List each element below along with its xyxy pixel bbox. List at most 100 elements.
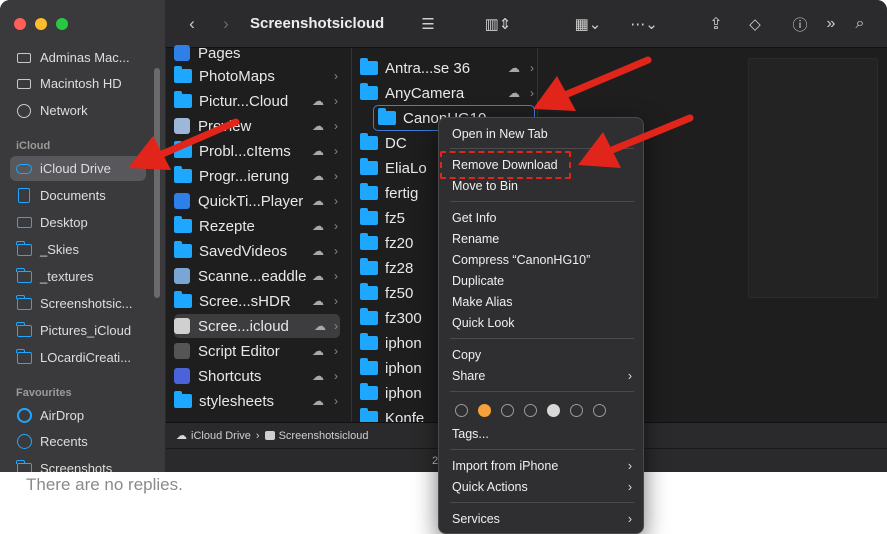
menu-item-duplicate[interactable]: Duplicate bbox=[452, 272, 632, 290]
sidebar-item-computer[interactable]: Adminas Mac... bbox=[10, 45, 146, 70]
menu-item-services[interactable]: Services › bbox=[452, 510, 632, 528]
list-item[interactable]: fz5 bbox=[360, 206, 405, 230]
cloud-download-icon[interactable]: ☁︎ bbox=[312, 194, 324, 208]
cloud-download-icon[interactable]: ☁︎ bbox=[312, 294, 324, 308]
sidebar-item-textures[interactable]: _textures bbox=[10, 264, 146, 289]
list-item[interactable]: EliaLo bbox=[360, 156, 427, 180]
cloud-download-icon[interactable]: ☁︎ bbox=[312, 144, 324, 158]
list-item[interactable]: Probl...cItems ☁︎ › bbox=[174, 139, 346, 163]
tag-color-none[interactable] bbox=[524, 404, 537, 417]
list-item[interactable]: Pages bbox=[174, 41, 241, 65]
sidebar-item-skies[interactable]: _Skies bbox=[10, 237, 146, 262]
sidebar-item-locardi[interactable]: LOcardiCreati... bbox=[10, 345, 146, 370]
cloud-download-icon[interactable]: ☁︎ bbox=[508, 86, 520, 100]
item-label: iphon bbox=[385, 334, 422, 352]
sidebar-item-macintosh-hd[interactable]: Macintosh HD bbox=[10, 71, 146, 96]
zoom-window-button[interactable] bbox=[56, 18, 68, 30]
menu-item-compress[interactable]: Compress “CanonHG10” bbox=[452, 251, 632, 269]
cloud-download-icon[interactable]: ☁︎ bbox=[312, 344, 324, 358]
list-item[interactable]: Antra...se 36 ☁︎ › bbox=[360, 56, 536, 80]
tag-color-none[interactable] bbox=[455, 404, 468, 417]
tag-color-none[interactable] bbox=[501, 404, 514, 417]
list-item-selected[interactable]: Scree...icloud ☁︎ › bbox=[174, 314, 340, 338]
menu-item-tags[interactable]: Tags... bbox=[452, 425, 632, 443]
tag-icon[interactable]: ◇ bbox=[744, 12, 766, 36]
list-view-icon[interactable]: ☰ bbox=[412, 12, 444, 36]
menu-item-quick-look[interactable]: Quick Look bbox=[452, 314, 632, 332]
list-item[interactable]: Script Editor ☁︎ › bbox=[174, 339, 346, 363]
tag-color-grey[interactable] bbox=[547, 404, 560, 417]
path-item-current[interactable]: Screenshotsicloud bbox=[279, 430, 369, 442]
info-icon[interactable]: ⓘ bbox=[790, 12, 810, 36]
share-icon[interactable]: ⇪ bbox=[706, 12, 726, 36]
forward-icon[interactable]: › bbox=[218, 12, 234, 36]
chevron-right-icon: › bbox=[334, 344, 338, 358]
menu-item-open-in-new-tab[interactable]: Open in New Tab bbox=[452, 125, 632, 143]
list-item[interactable]: iphon bbox=[360, 331, 422, 355]
search-icon[interactable]: ⌕ bbox=[850, 12, 870, 36]
back-icon[interactable]: ‹ bbox=[184, 12, 200, 36]
menu-item-copy[interactable]: Copy bbox=[452, 346, 632, 364]
path-item-icloud-drive[interactable]: iCloud Drive bbox=[191, 430, 251, 442]
list-item[interactable]: DC bbox=[360, 131, 407, 155]
list-item[interactable]: Shortcuts ☁︎ › bbox=[174, 364, 346, 388]
tag-color-orange[interactable] bbox=[478, 404, 491, 417]
sidebar-item-screenshots[interactable]: Screenshots bbox=[10, 456, 146, 472]
list-item[interactable]: Scree...sHDR ☁︎ › bbox=[174, 289, 346, 313]
list-item[interactable]: fz28 bbox=[360, 256, 413, 280]
menu-item-quick-actions[interactable]: Quick Actions › bbox=[452, 478, 632, 496]
list-item[interactable]: fz50 bbox=[360, 281, 413, 305]
sidebar-item-airdrop[interactable]: AirDrop bbox=[10, 403, 146, 428]
cloud-download-icon[interactable]: ☁︎ bbox=[312, 269, 324, 283]
menu-item-move-to-bin[interactable]: Move to Bin bbox=[452, 177, 632, 195]
list-item[interactable]: AnyCamera ☁︎ › bbox=[360, 81, 536, 105]
list-item[interactable]: fz20 bbox=[360, 231, 413, 255]
menu-item-import-from-iphone[interactable]: Import from iPhone › bbox=[452, 457, 632, 475]
list-item[interactable]: Rezepte ☁︎ › bbox=[174, 214, 346, 238]
column-view-icon[interactable]: ▥⇕ bbox=[478, 12, 518, 36]
cloud-download-icon[interactable]: ☁︎ bbox=[312, 119, 324, 133]
list-item[interactable]: Scanne...eaddle ☁︎ › bbox=[174, 264, 346, 288]
list-item[interactable]: SavedVideos ☁︎ › bbox=[174, 239, 346, 263]
cloud-download-icon[interactable]: ☁︎ bbox=[508, 61, 520, 75]
cloud-download-icon[interactable]: ☁︎ bbox=[312, 94, 324, 108]
sidebar-item-desktop[interactable]: Desktop bbox=[10, 210, 146, 235]
cloud-download-icon[interactable]: ☁︎ bbox=[314, 319, 326, 333]
list-item[interactable]: PhotoMaps › bbox=[174, 64, 346, 88]
cloud-download-icon[interactable]: ☁︎ bbox=[312, 244, 324, 258]
list-item[interactable]: fertig bbox=[360, 181, 418, 205]
sidebar-item-screenshotsicloud[interactable]: Screenshotsic... bbox=[10, 291, 146, 316]
sidebar-item-pictures-icloud[interactable]: Pictures_iCloud bbox=[10, 318, 146, 343]
sidebar-item-network[interactable]: Network bbox=[10, 98, 146, 123]
list-item[interactable]: iphon bbox=[360, 381, 422, 405]
list-item[interactable]: iphon bbox=[360, 356, 422, 380]
cloud-download-icon[interactable]: ☁︎ bbox=[312, 369, 324, 383]
tag-color-none[interactable] bbox=[593, 404, 606, 417]
context-menu: Open in New Tab Remove Download Move to … bbox=[438, 117, 644, 534]
sidebar-item-recents[interactable]: Recents bbox=[10, 429, 146, 454]
list-item[interactable]: Progr...ierung ☁︎ › bbox=[174, 164, 346, 188]
list-item[interactable]: Preview ☁︎ › bbox=[174, 114, 346, 138]
screenshot-folder-icon bbox=[264, 431, 275, 440]
cloud-download-icon[interactable]: ☁︎ bbox=[312, 219, 324, 233]
list-item[interactable]: fz300 bbox=[360, 306, 422, 330]
cloud-download-icon[interactable]: ☁︎ bbox=[312, 169, 324, 183]
group-icon[interactable]: ▦⌄ bbox=[568, 12, 608, 36]
more-toolbar-icon[interactable]: » bbox=[822, 12, 840, 36]
menu-item-share[interactable]: Share › bbox=[452, 367, 632, 385]
menu-item-make-alias[interactable]: Make Alias bbox=[452, 293, 632, 311]
tag-color-none[interactable] bbox=[570, 404, 583, 417]
close-window-button[interactable] bbox=[14, 18, 26, 30]
list-item[interactable]: Pictur...Cloud ☁︎ › bbox=[174, 89, 346, 113]
list-item[interactable]: QuickTi...Player ☁︎ › bbox=[174, 189, 346, 213]
menu-item-rename[interactable]: Rename bbox=[452, 230, 632, 248]
sidebar-item-icloud-drive[interactable]: iCloud Drive bbox=[10, 156, 146, 181]
menu-item-get-info[interactable]: Get Info bbox=[452, 209, 632, 227]
action-menu-icon[interactable]: ⋯⌄ bbox=[626, 12, 662, 36]
sidebar-scrollbar[interactable] bbox=[154, 68, 160, 298]
list-item[interactable]: stylesheets ☁︎ › bbox=[174, 389, 346, 413]
item-label: fertig bbox=[385, 184, 419, 202]
sidebar-item-documents[interactable]: Documents bbox=[10, 183, 146, 208]
minimize-window-button[interactable] bbox=[35, 18, 47, 30]
cloud-download-icon[interactable]: ☁︎ bbox=[312, 394, 324, 408]
